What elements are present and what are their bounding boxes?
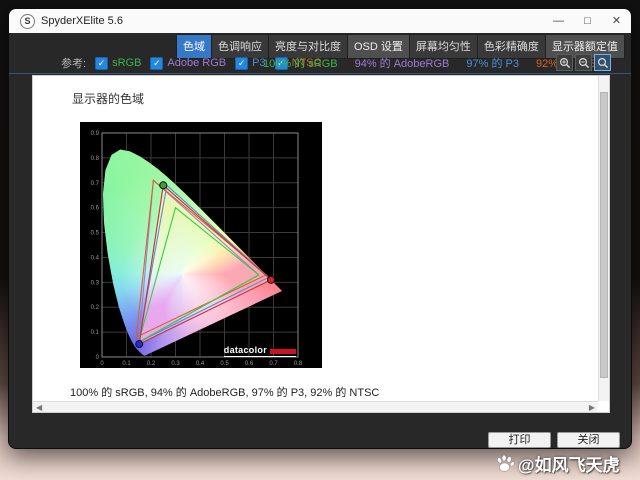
svg-text:0.7: 0.7	[269, 361, 278, 367]
app-window: S SpyderXElite 5.6 — □ ✕ 色域 色调响应 亮度与对比度 OSD…	[8, 8, 632, 449]
svg-text:0.1: 0.1	[122, 361, 131, 367]
vertical-scrollbar[interactable]	[598, 76, 609, 401]
coverage-result: 97% 的 P3	[466, 58, 519, 70]
reference-item: ✓ sRGB	[95, 56, 142, 70]
svg-text:0.1: 0.1	[91, 330, 100, 336]
reference-item: ✓ Adobe RGB	[150, 56, 227, 70]
coverage-results: 100% 的 sRGB94% 的 AdobeRGB97% 的 P392% 的 N…	[263, 53, 605, 73]
gamut-overlays	[135, 179, 276, 349]
coverage-result: 100% 的 sRGB	[263, 58, 338, 70]
minimize-button[interactable]: —	[544, 10, 573, 32]
checkbox-checked-icon[interactable]: ✓	[95, 56, 109, 70]
svg-text:0.7: 0.7	[91, 181, 100, 187]
window-controls: — □ ✕	[544, 10, 631, 32]
window-body: 色域 色调响应 亮度与对比度 OSD 设置 屏幕均匀性 色彩精确度 显示器额定值 参考: ✓…	[9, 33, 631, 448]
primary-marker	[135, 340, 144, 349]
scroll-right-arrow-icon[interactable]: ▶	[586, 403, 598, 412]
zoom-buttons	[556, 54, 611, 71]
svg-text:0.5: 0.5	[220, 361, 229, 367]
svg-text:0.3: 0.3	[91, 280, 100, 286]
chromaticity-chart: 0 0.1 0.2 0.3 0.4 0.5 0.6 0.7 0.8 0 0.1 0.2 0.3 0.4 0.…	[80, 122, 322, 368]
svg-text:0.8: 0.8	[294, 361, 303, 367]
coverage-summary-text: 100% 的 sRGB, 94% 的 AdobeRGB, 97% 的 P3, 9…	[70, 387, 380, 399]
zoom-fit-button[interactable]	[594, 54, 611, 71]
datacolor-logo: datacolor	[223, 345, 296, 357]
svg-text:0.9: 0.9	[91, 131, 100, 137]
svg-text:0.4: 0.4	[91, 255, 100, 261]
primary-marker	[267, 275, 276, 284]
watermark: @如风飞天虎	[494, 451, 620, 476]
title-bar: S SpyderXElite 5.6 — □ ✕	[9, 9, 631, 34]
reference-toolbar: 参考: ✓ sRGB ✓ Adobe RGB ✓ P3 ✓ NTSC 100% 的 sRGB 9…	[9, 53, 631, 74]
datacolor-logo-bar	[270, 349, 296, 354]
svg-text:0.2: 0.2	[147, 361, 156, 367]
horizontal-scrollbar[interactable]: ◀ ▶	[33, 401, 598, 412]
checkbox-checked-icon[interactable]: ✓	[150, 56, 164, 70]
vertical-scrollbar-thumb[interactable]	[600, 92, 608, 379]
svg-text:0.3: 0.3	[171, 361, 180, 367]
checkbox-checked-icon[interactable]: ✓	[235, 56, 249, 70]
zoom-in-icon	[559, 57, 570, 68]
close-button[interactable]: 关闭	[557, 432, 620, 448]
coverage-result: 94% 的 AdobeRGB	[354, 58, 450, 70]
paw-icon	[497, 454, 515, 472]
reference-item: ✓ P3	[235, 56, 266, 70]
datacolor-logo-text: datacolor	[223, 345, 267, 355]
maximize-button[interactable]: □	[573, 10, 602, 32]
print-button[interactable]: 打印	[488, 432, 551, 448]
reference-item-label: sRGB	[112, 57, 142, 69]
app-icon: S	[20, 13, 35, 29]
svg-text:0.8: 0.8	[91, 156, 100, 162]
report-panel: 显示器的色域 0 0.1 0.2 0.3 0.4 0.5 0.6 0.7 0.8 0 0.1 0.2 0…	[32, 75, 610, 413]
reference-label: 参考:	[61, 58, 87, 70]
primary-marker	[159, 181, 168, 190]
close-window-button[interactable]: ✕	[602, 10, 631, 32]
zoom-fit-icon	[597, 57, 608, 68]
zoom-in-button[interactable]	[556, 54, 573, 71]
svg-text:0: 0	[100, 361, 104, 367]
scroll-left-arrow-icon[interactable]: ◀	[33, 403, 45, 412]
reference-item-label: Adobe RGB	[167, 57, 227, 69]
page-title: 显示器的色域	[72, 92, 145, 106]
svg-text:0.4: 0.4	[196, 361, 205, 367]
display-gamut-fill	[139, 185, 271, 345]
zoom-out-icon	[578, 57, 589, 68]
svg-text:0: 0	[96, 355, 100, 361]
window-title: SpyderXElite 5.6	[41, 15, 123, 27]
svg-text:0.2: 0.2	[91, 305, 100, 311]
zoom-out-button[interactable]	[575, 54, 592, 71]
svg-text:0.5: 0.5	[91, 231, 100, 237]
watermark-text: @如风飞天虎	[518, 456, 620, 475]
svg-text:0.6: 0.6	[245, 361, 254, 367]
svg-text:0.6: 0.6	[91, 206, 100, 212]
